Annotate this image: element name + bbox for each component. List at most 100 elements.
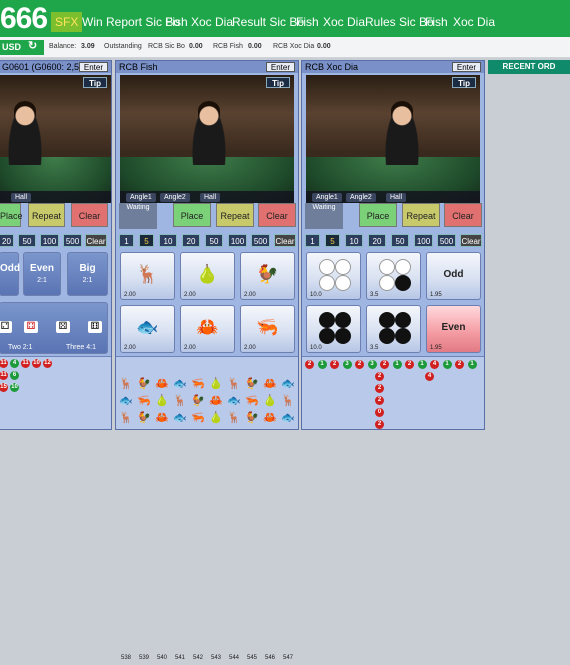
result-dot: 11: [0, 371, 8, 380]
roadmap-symbol-icon: 🐓: [137, 412, 151, 424]
hall-button[interactable]: Hall: [200, 193, 221, 202]
chip-50[interactable]: 50: [391, 234, 409, 247]
bet-pairs[interactable]: ⚁ ⚃ ⚄ ⚅ Two 2:1 Three 4:1: [0, 302, 108, 354]
bet-rooster[interactable]: 🐓 2.00: [240, 252, 295, 300]
place-button[interactable]: Place: [0, 203, 23, 227]
clear-button[interactable]: Clear: [444, 203, 482, 227]
round-number: 542: [192, 655, 203, 661]
roadmap-symbol-icon: 🦌: [281, 395, 295, 407]
roadmap-symbol-icon: 🍐: [263, 395, 277, 407]
bet-odd-label: Odd: [0, 263, 20, 274]
dice-icon: ⚁: [0, 321, 12, 333]
chip-50[interactable]: 50: [18, 234, 36, 247]
angle1-button[interactable]: Angle1: [312, 193, 342, 202]
repeat-button[interactable]: Repeat: [402, 203, 440, 227]
chip-10[interactable]: 10: [345, 234, 363, 247]
chip-500[interactable]: 500: [63, 234, 82, 247]
roadmap-symbol-icon: 🦌: [119, 378, 133, 390]
result-dot: 3: [342, 360, 352, 369]
bet-shrimp[interactable]: 🦐 2.00: [240, 305, 295, 353]
nav-rules-sicbo[interactable]: Rules Sic Bo: [365, 12, 434, 32]
shrimp-icon: 🦐: [256, 316, 279, 337]
chip-clear[interactable]: Clear: [460, 234, 482, 247]
result-dot: 2: [455, 360, 464, 369]
result-dot: 10: [32, 359, 41, 368]
hall-button[interactable]: Hall: [11, 193, 32, 202]
roadmap-symbol-icon: 🐓: [245, 378, 259, 390]
roadmap-symbol-icon: 🦐: [245, 395, 259, 407]
chip-1[interactable]: 1: [305, 234, 320, 247]
bet-even[interactable]: Even 1.95: [426, 305, 481, 353]
chip-5[interactable]: 5: [139, 234, 154, 247]
roadmap-symbol-icon: 🐓: [137, 378, 151, 390]
place-button[interactable]: Place: [359, 203, 397, 227]
chip-20[interactable]: 20: [182, 234, 200, 247]
live-video: Tip Angle1 Angle2 Hall: [120, 75, 294, 203]
live-video: Tip Hall: [0, 75, 111, 203]
tip-button[interactable]: Tip: [266, 77, 290, 88]
bet-four-black[interactable]: 10.0: [306, 305, 361, 353]
bet-four-white[interactable]: 10.0: [306, 252, 361, 300]
chip-clear[interactable]: Clear: [85, 234, 107, 247]
chip-100[interactable]: 100: [40, 234, 59, 247]
chip-500[interactable]: 500: [251, 234, 270, 247]
chip-20[interactable]: 20: [0, 234, 14, 247]
result-dot: 2: [375, 396, 384, 405]
bet-big[interactable]: Big 2:1: [67, 252, 108, 296]
result-dot: 2: [305, 360, 314, 369]
bet-fish[interactable]: 🐟 2.00: [120, 305, 175, 353]
waiting-status: Waiting: [119, 203, 157, 229]
nav-fish-1[interactable]: Fish: [165, 12, 188, 32]
bet-three-black[interactable]: 3.5: [366, 305, 421, 353]
bet-crab[interactable]: 🦀 2.00: [180, 305, 235, 353]
roadmap-symbol-icon: 🐟: [281, 378, 295, 390]
place-button[interactable]: Place: [173, 203, 211, 227]
chip-clear[interactable]: Clear: [274, 234, 296, 247]
rooster-icon: 🐓: [256, 263, 279, 284]
currency-badge[interactable]: USD ↻: [0, 40, 44, 55]
chip-100[interactable]: 100: [414, 234, 433, 247]
bet-odd[interactable]: Odd: [0, 252, 20, 296]
nav-fish-3[interactable]: Fish: [425, 12, 448, 32]
enter-button[interactable]: Enter: [265, 62, 295, 72]
chip-10[interactable]: 10: [159, 234, 177, 247]
chip-20[interactable]: 20: [368, 234, 386, 247]
repeat-button[interactable]: Repeat: [28, 203, 65, 227]
angle2-button[interactable]: Angle2: [346, 193, 376, 202]
enter-button[interactable]: Enter: [451, 62, 481, 72]
tip-button[interactable]: Tip: [83, 77, 107, 88]
nav-result-sicbo[interactable]: Result Sic Bo: [232, 12, 304, 32]
chip-50[interactable]: 50: [205, 234, 223, 247]
chip-5[interactable]: 5: [325, 234, 340, 247]
nav-xocdia-2[interactable]: Xoc Dia: [323, 12, 365, 32]
recent-orders-header[interactable]: RECENT ORD: [488, 60, 570, 74]
bet-odds: 3.5: [370, 292, 379, 298]
crab-icon: 🦀: [196, 316, 219, 337]
roadmap-symbol-icon: 🦌: [227, 412, 241, 424]
roadmap-symbol-icon: 🦐: [191, 378, 205, 390]
sicbo-label: RCB Sic Bo: [148, 43, 185, 50]
nav-xocdia-1[interactable]: Xoc Dia: [191, 12, 233, 32]
clear-button[interactable]: Clear: [258, 203, 296, 227]
roadmap-symbol-icon: 🦀: [155, 378, 169, 390]
bet-three-white[interactable]: 3.5: [366, 252, 421, 300]
angle1-button[interactable]: Angle1: [126, 193, 156, 202]
chip-1[interactable]: 1: [119, 234, 134, 247]
bet-gourd[interactable]: 🍐 2.00: [180, 252, 235, 300]
tip-button[interactable]: Tip: [452, 77, 476, 88]
angle2-button[interactable]: Angle2: [160, 193, 190, 202]
chip-500[interactable]: 500: [437, 234, 456, 247]
bet-odd[interactable]: Odd 1.95: [426, 252, 481, 300]
refresh-icon[interactable]: ↻: [28, 39, 37, 54]
hall-button[interactable]: Hall: [386, 193, 407, 202]
nav-xocdia-3[interactable]: Xoc Dia: [453, 12, 495, 32]
chip-100[interactable]: 100: [228, 234, 247, 247]
bet-even[interactable]: Even 2:1: [23, 252, 61, 296]
enter-button[interactable]: Enter: [78, 62, 108, 72]
nav-fish-2[interactable]: Fish: [296, 12, 319, 32]
nav-sfx[interactable]: SFX: [51, 12, 83, 32]
clear-button[interactable]: Clear: [71, 203, 108, 227]
bet-deer[interactable]: 🦌 2.00: [120, 252, 175, 300]
repeat-button[interactable]: Repeat: [216, 203, 254, 227]
result-dot: 2: [380, 360, 389, 369]
